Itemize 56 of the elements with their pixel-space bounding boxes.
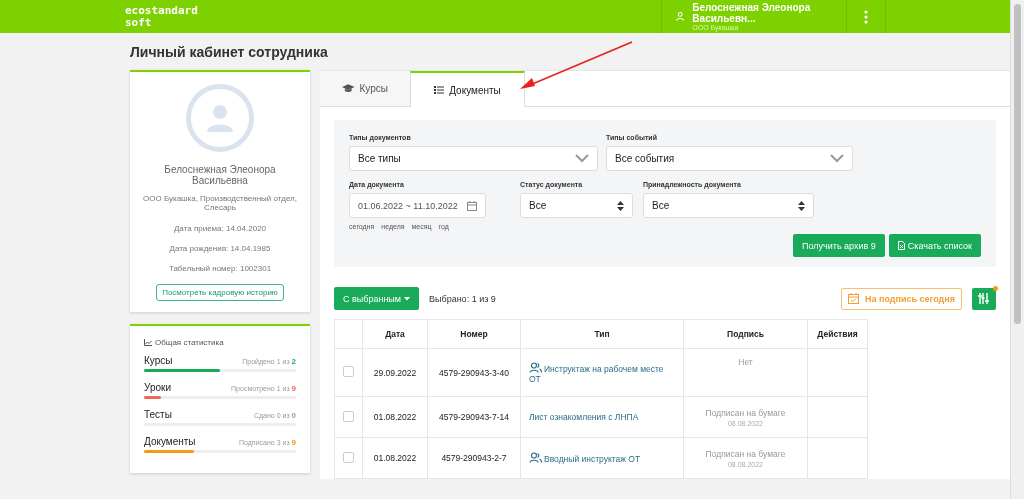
stat-label: Уроки xyxy=(144,382,171,393)
list-icon xyxy=(434,86,445,94)
stats-title: Общая статистика xyxy=(155,338,224,347)
chevron-down-icon xyxy=(830,154,844,163)
stat-label: Документы xyxy=(144,436,196,447)
event-type-select[interactable]: Все события xyxy=(606,146,853,171)
signature-status: Подписан на бумаге xyxy=(705,448,786,459)
employee-name: Белоснежная Элеонора Васильевна xyxy=(163,164,277,186)
number-cell: 4579-290943-3-40 xyxy=(427,348,521,397)
column-header: Дата xyxy=(362,319,428,349)
personnel-number: Табельный номер: 1002301 xyxy=(168,264,272,273)
stat-label: Тесты xyxy=(144,409,172,420)
graduation-cap-icon xyxy=(342,84,355,93)
tab[interactable]: Курсы xyxy=(320,71,410,106)
column-header: Подпись xyxy=(683,319,808,349)
caret-icon xyxy=(404,296,410,301)
ownership-select[interactable]: Все xyxy=(643,193,814,218)
employee-position: ООО Букашка, Производственный отдел, Слесарь xyxy=(142,194,298,212)
row-checkbox[interactable] xyxy=(343,451,354,463)
date-cell: 01.08.2022 xyxy=(362,396,428,438)
doc-type-select[interactable]: Все типы xyxy=(349,146,598,171)
chart-icon xyxy=(144,339,152,346)
row-checkbox[interactable] xyxy=(343,410,354,422)
people-icon xyxy=(529,361,542,373)
sort-icon xyxy=(978,293,990,304)
birth-date: Дата рождения: 14.04.1985 xyxy=(169,244,271,253)
sort-arrows-icon xyxy=(617,200,624,211)
calendar-check-icon xyxy=(848,293,860,304)
date-cell: 29.09.2022 xyxy=(362,348,428,397)
history-button[interactable]: Посмотреть кадровую историю xyxy=(156,284,284,301)
selected-count: Выбрано: 1 из 9 xyxy=(429,293,496,304)
signature-status: Подписан на бумаге xyxy=(705,407,786,418)
date-range-field[interactable]: 01.06.2022 ~ 11.10.2022 xyxy=(349,193,486,218)
column-header: Действия xyxy=(807,319,868,349)
avatar-icon xyxy=(207,104,233,132)
scrollbar[interactable] xyxy=(1010,0,1024,499)
document-icon xyxy=(897,241,905,250)
menu-icon[interactable] xyxy=(864,9,868,24)
number-cell: 4579-290943-2-7 xyxy=(427,437,521,479)
status-select[interactable]: Все xyxy=(520,193,633,218)
page-title: Личный кабинет сотрудника xyxy=(130,44,329,60)
row-checkbox[interactable] xyxy=(343,366,354,377)
column-header: Тип xyxy=(520,319,684,349)
hire-date: Дата приема: 14.04.2020 xyxy=(173,224,267,233)
chevron-down-icon xyxy=(575,154,589,163)
user-icon xyxy=(676,11,685,22)
number-cell: 4579-290943-7-14 xyxy=(427,396,521,438)
column-header: Номер xyxy=(427,319,521,349)
signature-status: Нет xyxy=(738,357,753,367)
people-icon xyxy=(529,452,542,463)
calendar-icon xyxy=(467,200,477,211)
sort-filter-button[interactable] xyxy=(972,287,996,310)
sort-arrows-icon xyxy=(798,200,805,211)
tab[interactable]: Документы xyxy=(410,71,525,107)
stat-label: Курсы xyxy=(144,355,173,366)
date-cell: 01.08.2022 xyxy=(362,437,428,479)
